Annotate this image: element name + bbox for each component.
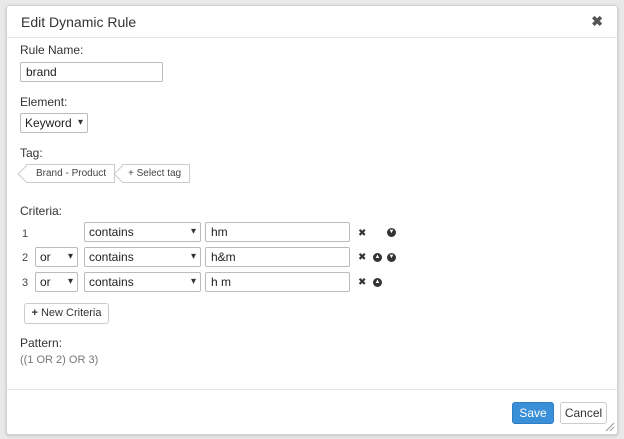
chevron-down-icon: ▾ xyxy=(190,276,196,287)
criteria-logic-value: or xyxy=(40,275,51,289)
arrow-down-circle-icon[interactable]: ▼ xyxy=(387,253,396,262)
new-criteria-label: New Criteria xyxy=(40,307,102,319)
rule-name-label: Rule Name: xyxy=(20,43,84,57)
chevron-down-icon: ▾ xyxy=(77,117,83,128)
close-icon[interactable]: ✖ xyxy=(591,13,603,30)
tag-chip[interactable]: Brand - Product xyxy=(26,164,116,183)
criteria-logic-select[interactable]: or ▾ xyxy=(35,247,78,267)
criteria-label: Criteria: xyxy=(20,204,63,218)
edit-dynamic-rule-dialog: Edit Dynamic Rule ✖ Rule Name: brand Ele… xyxy=(6,5,618,435)
criteria-row-number: 1 xyxy=(22,228,29,240)
footer-divider xyxy=(7,389,617,390)
element-select-value: Keyword xyxy=(25,116,72,130)
criteria-operator-select[interactable]: contains ▾ xyxy=(84,247,201,267)
tag-label: Tag: xyxy=(20,146,43,160)
criteria-operator-value: contains xyxy=(89,250,134,264)
criteria-operator-select[interactable]: contains ▾ xyxy=(84,222,201,242)
pattern-label: Pattern: xyxy=(20,336,63,350)
chevron-down-icon: ▾ xyxy=(67,251,73,262)
criteria-logic-select[interactable]: or ▾ xyxy=(35,272,78,292)
criteria-operator-select[interactable]: contains ▾ xyxy=(84,272,201,292)
chevron-down-icon: ▾ xyxy=(67,276,73,287)
new-criteria-button[interactable]: + New Criteria xyxy=(24,303,109,324)
save-button[interactable]: Save xyxy=(512,402,554,424)
criteria-value-input[interactable]: h&m xyxy=(205,247,350,267)
criteria-logic-value: or xyxy=(40,250,51,264)
select-tag-label: Select tag xyxy=(136,168,182,179)
criteria-row-number: 2 xyxy=(22,252,29,264)
chevron-down-icon: ▾ xyxy=(190,226,196,237)
criteria-operator-value: contains xyxy=(89,275,134,289)
dialog-header: Edit Dynamic Rule ✖ xyxy=(7,6,617,38)
remove-icon[interactable]: ✖ xyxy=(358,252,366,263)
criteria-row-number: 3 xyxy=(22,277,29,289)
cancel-button[interactable]: Cancel xyxy=(560,402,607,424)
remove-icon[interactable]: ✖ xyxy=(358,228,366,239)
pattern-value: ((1 OR 2) OR 3) xyxy=(20,354,99,366)
arrow-up-circle-icon[interactable]: ▲ xyxy=(373,278,382,287)
arrow-up-circle-icon[interactable]: ▲ xyxy=(373,253,382,262)
tag-chip-label: Brand - Product xyxy=(36,168,107,179)
element-select[interactable]: Keyword ▾ xyxy=(20,113,88,133)
dialog-title: Edit Dynamic Rule xyxy=(21,14,137,30)
select-tag-button[interactable]: + Select tag xyxy=(122,164,191,183)
criteria-value-input[interactable]: h m xyxy=(205,272,350,292)
chevron-down-icon: ▾ xyxy=(190,251,196,262)
rule-name-input[interactable]: brand xyxy=(20,62,163,82)
resize-handle[interactable] xyxy=(605,422,615,432)
criteria-value-input[interactable]: hm xyxy=(205,222,350,242)
element-label: Element: xyxy=(20,95,68,109)
criteria-operator-value: contains xyxy=(89,225,134,239)
plus-icon: + xyxy=(31,307,38,319)
remove-icon[interactable]: ✖ xyxy=(358,277,366,288)
plus-icon: + xyxy=(128,168,134,179)
arrow-down-circle-icon[interactable]: ▼ xyxy=(387,228,396,237)
